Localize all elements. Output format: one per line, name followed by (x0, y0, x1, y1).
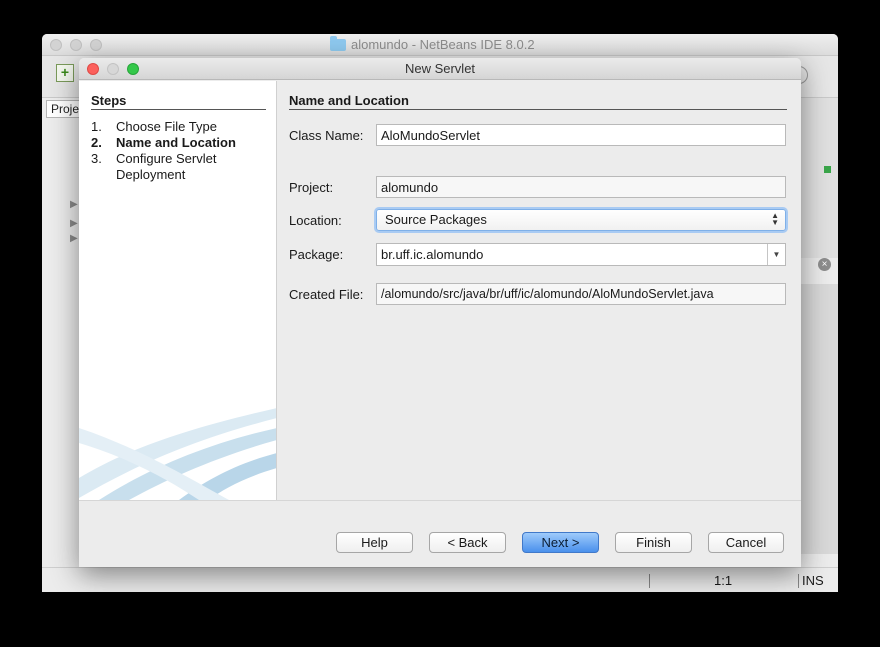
step-number: 2. (91, 135, 102, 150)
step-choose-file-type: 1. Choose File Type (91, 119, 256, 135)
navigator-panel (800, 98, 838, 258)
wizard-swoosh-artwork (79, 408, 276, 500)
name-and-location-panel: Name and Location Class Name: Project: L… (278, 81, 801, 500)
back-button[interactable]: < Back (429, 532, 506, 553)
ide-title-text: alomundo - NetBeans IDE 8.0.2 (351, 37, 535, 52)
class-name-label: Class Name: (289, 128, 364, 143)
ide-close-button[interactable] (50, 39, 62, 51)
panel-heading: Name and Location (289, 93, 787, 110)
step-number: 3. (91, 151, 102, 166)
package-combobox[interactable]: br.uff.ic.alomundo ▼ (376, 243, 786, 266)
tree-expand-icon[interactable]: ▶ (70, 233, 78, 244)
created-file-label: Created File: (289, 287, 364, 302)
new-servlet-dialog: New Servlet Steps 1. Choose File Type 2.… (79, 58, 801, 567)
step-label: Choose File Type (116, 119, 217, 134)
ide-zoom-button[interactable] (90, 39, 102, 51)
status-bar: 1:1 INS (42, 567, 838, 592)
clear-icon[interactable]: × (818, 258, 831, 271)
steps-panel: Steps 1. Choose File Type 2. Name and Lo… (79, 81, 277, 500)
dialog-button-bar: Help < Back Next > Finish Cancel (79, 500, 801, 567)
tree-expand-icon[interactable]: ▶ (70, 199, 78, 210)
package-label: Package: (289, 247, 344, 262)
chevron-down-icon[interactable]: ▼ (767, 244, 785, 265)
cancel-button[interactable]: Cancel (708, 532, 784, 553)
location-label: Location: (289, 213, 342, 228)
new-file-icon[interactable]: + (56, 64, 74, 82)
dialog-titlebar: New Servlet (79, 58, 801, 80)
dialog-title: New Servlet (404, 61, 476, 76)
status-green-icon (824, 166, 831, 173)
package-value[interactable]: br.uff.ic.alomundo (381, 247, 483, 262)
help-button[interactable]: Help (336, 532, 413, 553)
insert-mode[interactable]: INS (802, 573, 824, 588)
step-label: Name and Location (116, 135, 236, 150)
project-label: Project: (289, 180, 334, 195)
created-file-field (376, 283, 786, 305)
ide-title: alomundo - NetBeans IDE 8.0.2 (330, 35, 535, 52)
project-field (376, 176, 786, 198)
output-panel (800, 284, 838, 554)
select-arrows-icon: ▲ ▼ (771, 211, 779, 227)
status-divider (649, 574, 650, 588)
ide-titlebar: alomundo - NetBeans IDE 8.0.2 (42, 34, 838, 56)
steps-heading: Steps (91, 93, 266, 110)
tree-expand-icon[interactable]: ▶ (70, 218, 78, 229)
location-selected-value: Source Packages (385, 212, 487, 227)
step-name-and-location: 2. Name and Location (91, 135, 256, 151)
step-number: 1. (91, 119, 102, 134)
ide-minimize-button[interactable] (70, 39, 82, 51)
step-configure-servlet-deployment: 3. Configure Servlet Deployment (91, 151, 256, 183)
next-button[interactable]: Next > (522, 532, 599, 553)
folder-icon (330, 35, 346, 51)
class-name-input[interactable] (376, 124, 786, 146)
status-divider (798, 574, 799, 588)
caret-position: 1:1 (714, 573, 733, 588)
location-select[interactable]: Source Packages ▲ ▼ (376, 209, 786, 231)
finish-button[interactable]: Finish (615, 532, 692, 553)
step-label: Configure Servlet Deployment (116, 151, 217, 182)
